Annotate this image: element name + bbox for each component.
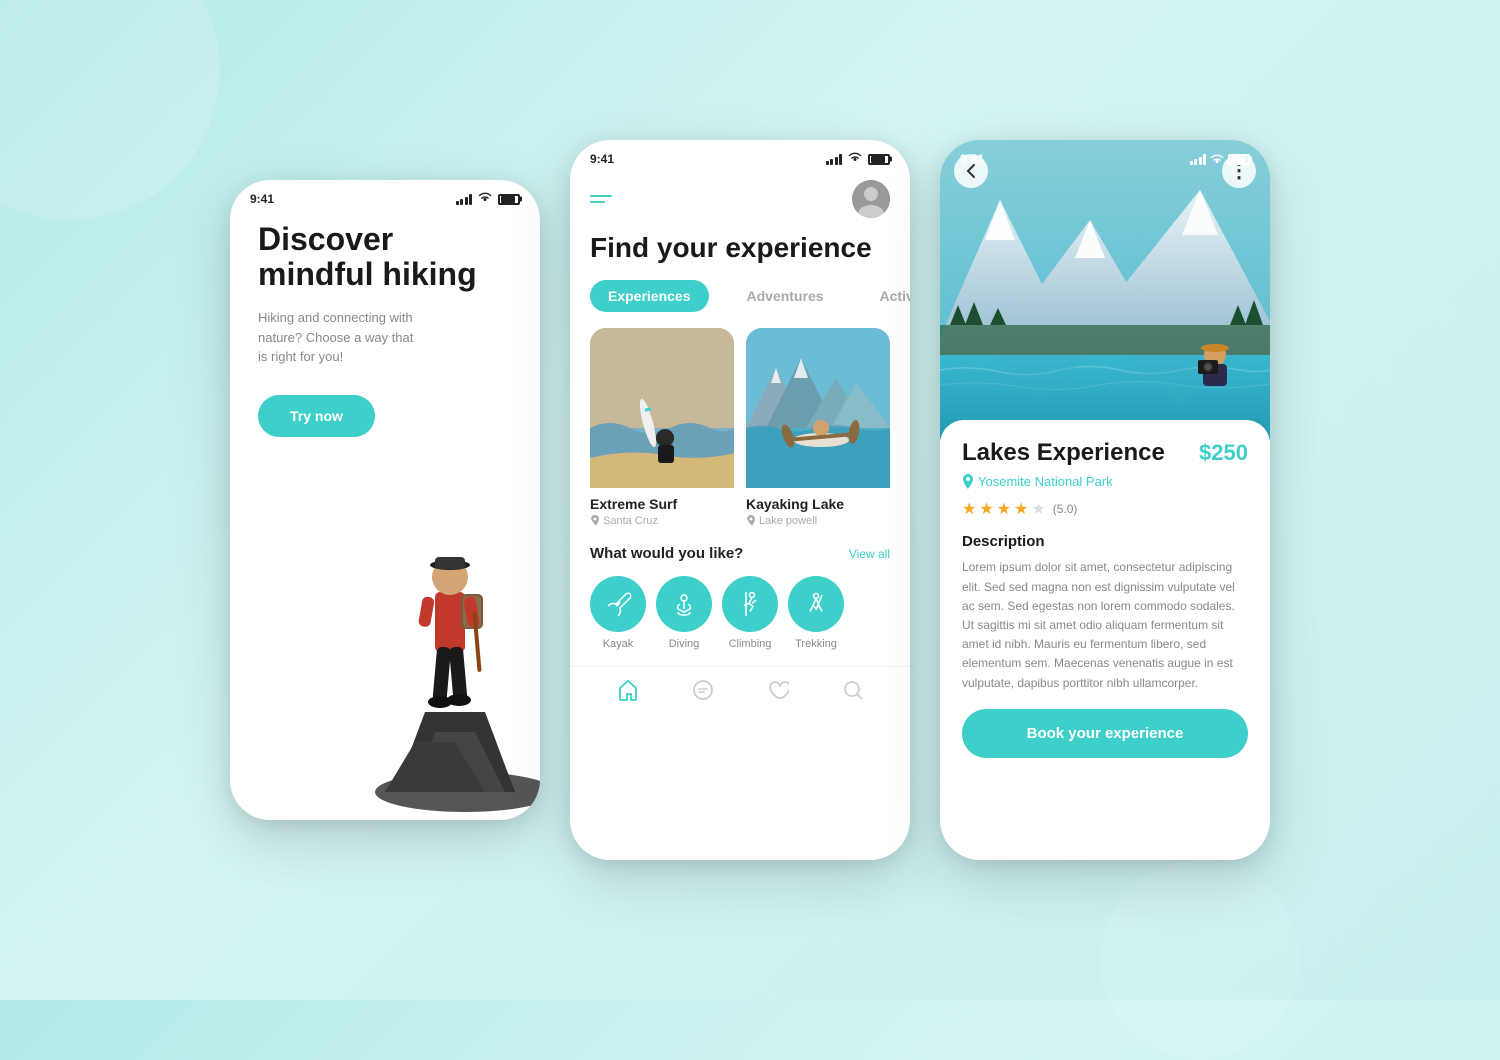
tab-adventures[interactable]: Adventures: [729, 280, 842, 312]
star-4: ★: [1014, 499, 1028, 519]
phone2-header: [570, 172, 910, 218]
kayak-card-image: [746, 328, 890, 488]
activity-climbing[interactable]: Climbing: [722, 576, 778, 650]
kayak-card-label: Kayaking Lake Lake powell: [746, 488, 890, 529]
description-title: Description: [962, 533, 1248, 550]
nav-search[interactable]: [842, 679, 864, 707]
hiker-illustration: [335, 372, 540, 812]
status-bar-1: 9:41: [230, 180, 540, 212]
hamburger-icon[interactable]: [590, 195, 612, 203]
surf-card-image: [590, 328, 734, 488]
climbing-label: Climbing: [729, 638, 772, 650]
nav-heart[interactable]: [767, 679, 789, 707]
wifi-icon-3: [1210, 154, 1224, 165]
signal-icon-3: [1190, 153, 1207, 165]
time-2: 9:41: [590, 152, 614, 166]
tab-activities[interactable]: Activities: [862, 280, 910, 312]
wifi-icon: [478, 192, 492, 206]
status-icons-3: [1190, 153, 1251, 165]
view-all-link[interactable]: View all: [849, 547, 890, 561]
price-title-row: Lakes Experience $250: [962, 440, 1248, 466]
time-3: 9:41: [960, 152, 984, 166]
star-3: ★: [997, 499, 1011, 519]
phone3-hero-image: 9:41: [940, 140, 1270, 440]
signal-icon: [456, 193, 473, 205]
status-bar-2: 9:41: [570, 140, 910, 172]
nav-home[interactable]: [617, 679, 639, 707]
phone1-content: Discover mindful hiking Hiking and conne…: [230, 212, 540, 812]
kayak-icon-circle: [590, 576, 646, 632]
trekking-icon-circle: [788, 576, 844, 632]
time-1: 9:41: [250, 192, 274, 206]
location-row: Yosemite National Park: [962, 474, 1248, 489]
description-text: Lorem ipsum dolor sit amet, consectetur …: [962, 558, 1248, 692]
activity-icons-row: Kayak Diving Climbing Trekking: [570, 576, 910, 650]
activity-diving[interactable]: Diving: [656, 576, 712, 650]
location-text: Yosemite National Park: [978, 474, 1113, 489]
kayak-label: Kayak: [603, 638, 634, 650]
bottom-nav: [570, 666, 910, 723]
lakes-title: Lakes Experience: [962, 440, 1165, 466]
climbing-icon-circle: [722, 576, 778, 632]
phone3-info-panel: Lakes Experience $250 Yosemite National …: [940, 420, 1270, 778]
star-5: ★: [1031, 499, 1045, 519]
location-pin-icon: [962, 474, 974, 489]
avatar[interactable]: [852, 180, 890, 218]
activity-kayak[interactable]: Kayak: [590, 576, 646, 650]
diving-icon-circle: [656, 576, 712, 632]
battery-icon-2: [868, 154, 890, 165]
what-row: What would you like? View all: [570, 545, 910, 562]
book-experience-button[interactable]: Book your experience: [962, 709, 1248, 758]
surf-card-title: Extreme Surf: [590, 496, 734, 512]
kayak-card[interactable]: Kayaking Lake Lake powell: [746, 328, 890, 529]
phone2-title: Find your experience: [570, 218, 910, 280]
wifi-icon-2: [848, 152, 862, 166]
nav-message[interactable]: [692, 679, 714, 707]
battery-icon-3: [1228, 154, 1250, 165]
status-icons-1: [456, 192, 521, 206]
surf-card[interactable]: Extreme Surf Santa Cruz: [590, 328, 734, 529]
what-title: What would you like?: [590, 545, 743, 562]
signal-icon-2: [826, 153, 843, 165]
phone-3: 9:41: [940, 140, 1270, 860]
surf-card-location: Santa Cruz: [590, 515, 734, 527]
activity-trekking[interactable]: Trekking: [788, 576, 844, 650]
surf-card-label: Extreme Surf Santa Cruz: [590, 488, 734, 529]
trekking-label: Trekking: [795, 638, 837, 650]
kayak-card-location: Lake powell: [746, 515, 890, 527]
status-icons-2: [826, 152, 891, 166]
tabs-row: Experiences Adventures Activities: [570, 280, 910, 312]
price-tag: $250: [1199, 440, 1248, 466]
phones-container: 9:41 Discover mindful hiking Hiking an: [230, 140, 1270, 860]
kayak-card-title: Kayaking Lake: [746, 496, 890, 512]
rating-text: (5.0): [1053, 502, 1078, 516]
tab-experiences[interactable]: Experiences: [590, 280, 709, 312]
activity-cards: Extreme Surf Santa Cruz: [570, 328, 910, 529]
phone1-headline: Discover mindful hiking: [258, 222, 512, 292]
phone1-subtext: Hiking and connecting with nature? Choos…: [258, 308, 418, 367]
star-1: ★: [962, 499, 976, 519]
star-2: ★: [979, 499, 993, 519]
stars-row: ★ ★ ★ ★ ★ (5.0): [962, 499, 1248, 519]
diving-label: Diving: [669, 638, 700, 650]
phone-2: 9:41: [570, 140, 910, 860]
phone-1: 9:41 Discover mindful hiking Hiking an: [230, 180, 540, 820]
battery-icon: [498, 194, 520, 205]
